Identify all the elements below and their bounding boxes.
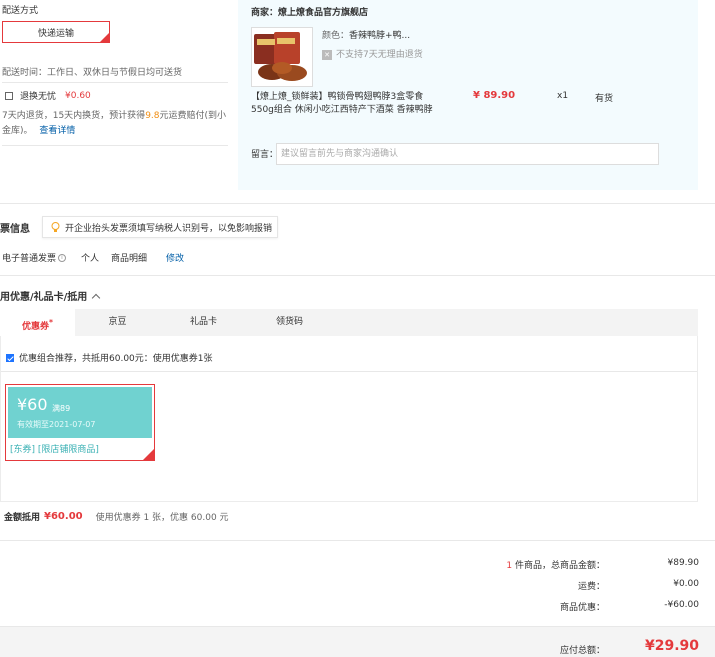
freight-value: ¥0.00 [673, 579, 699, 589]
insurance-detail-link[interactable]: 查看详情 [39, 126, 75, 136]
selected-corner-icon [100, 33, 109, 42]
product-price: ¥ 89.90 [473, 90, 516, 101]
summary-amount: ¥89.90 [667, 558, 700, 568]
summary-count-suffix: 件商品，总商品金额： [514, 561, 605, 571]
delivery-divider [2, 82, 228, 83]
no-return-text: 不支持7天无理由退货 [336, 50, 423, 60]
coupon-expiry: 有效期至2021-07-07 [17, 420, 96, 429]
tab-coupon-label: 优惠券 [22, 322, 50, 332]
recommend-checkbox[interactable] [6, 353, 14, 362]
coupon-top: ¥60 满89 有效期至2021-07-07 [8, 387, 152, 438]
summary-count-label: 1 件商品，总商品金额： [506, 558, 605, 571]
discount-total-label: 金额抵用 [4, 513, 41, 523]
product-title[interactable]: 【燎上燎_锁鲜装】鸭锁骨鸭翅鸭脖3盒零食 550g组合 休闲小吃江西特产下酒菜 … [251, 91, 433, 117]
delivery-divider-2 [2, 145, 228, 146]
summary-count: 1 [506, 561, 513, 571]
product-stock: 有货 [595, 94, 614, 104]
coupon-amount: ¥60 [17, 395, 48, 414]
insurance-checkbox[interactable] [5, 91, 13, 100]
tab-coupon[interactable]: 优惠券* [0, 309, 75, 336]
merchant-section: 商家：燎上燎食品官方旗舰店 颜色：香辣鸭脖+鸭... ✕ 不支持7天无理由退货 【… [238, 0, 698, 190]
section-divider-2 [0, 275, 715, 276]
freight-label: 运费： [577, 582, 605, 592]
lightbulb-icon [51, 221, 60, 232]
no-return-icon: ✕ [322, 49, 332, 60]
insurance-desc-text: 7天内退货，15天内换货，预计获得 [2, 111, 146, 121]
recommend-text: 优惠组合推荐，共抵用60.00元：使用优惠券1张 [19, 354, 213, 364]
merchant-name[interactable]: 燎上燎食品官方旗舰店 [278, 8, 368, 18]
insurance-row: 退换无忧 ¥0.60 [5, 89, 91, 102]
invoice-row: 电子普通发票 i 个人 商品明细 修改 [2, 251, 184, 264]
invoice-personal: 个人 [81, 254, 100, 264]
product-discount-value: -¥60.00 [664, 600, 699, 610]
invoice-title: 票信息 [0, 224, 30, 235]
chevron-up-icon [92, 293, 101, 302]
delivery-title: 配送方式 [2, 6, 39, 16]
coupon-tags: [东券] [限店铺限商品] [10, 445, 99, 455]
product-title-line-1: 【燎上燎_锁鲜装】鸭锁骨鸭翅鸭脖3盒零食 [251, 92, 424, 102]
discount-title: 用优惠/礼品卡/抵用 [0, 292, 88, 303]
insurance-desc-text-2: 元运费赔付(到小 [159, 111, 227, 121]
payable-value: ¥29.90 [644, 638, 699, 654]
discount-total-desc: 使用优惠券 1 张，优惠 60.00 元 [95, 513, 229, 523]
invoice-type: 电子普通发票 [2, 254, 57, 264]
product-qty: x1 [557, 91, 569, 101]
tab-gift-card[interactable]: 礼品卡 [166, 309, 241, 336]
discount-total-value: ¥60.00 [44, 511, 83, 522]
payable-bar [0, 626, 715, 657]
tab-pickup-code[interactable]: 领货码 [252, 309, 327, 336]
merchant-label: 商家： [251, 8, 279, 18]
insurance-desc: 7天内退货，15天内换货，预计获得9.8元运费赔付(到小 金库)。 查看详情 [2, 109, 232, 139]
express-delivery-label: 快递运输 [37, 28, 74, 39]
tab-jingdou[interactable]: 京豆 [80, 309, 155, 336]
color-value: 香辣鸭脖+鸭... [349, 31, 411, 41]
insurance-price: ¥0.60 [65, 90, 91, 101]
payable-label: 应付总额： [559, 646, 605, 656]
insurance-desc-text-3: 金库)。 [2, 126, 33, 136]
memo-input[interactable]: 建议留言前先与商家沟通确认 [276, 143, 659, 165]
insurance-label: 退换无忧 [20, 92, 57, 102]
recommend-row: 优惠组合推荐，共抵用60.00元：使用优惠券1张 [6, 351, 213, 364]
insurance-amount: 9.8 [145, 111, 160, 121]
invoice-tip: 开企业抬头发票须填写纳税人识别号，以免影响报销 [42, 216, 278, 238]
merchant-row: 商家：燎上燎食品官方旗舰店 [251, 5, 368, 18]
invoice-detail: 商品明细 [111, 254, 148, 264]
coupon-divider [1, 371, 697, 372]
info-icon[interactable]: i [58, 253, 67, 262]
discount-total-row: 金额抵用 ¥60.00 使用优惠券 1 张，优惠 60.00 元 [4, 510, 229, 523]
coupon-condition: 满89 [52, 404, 71, 413]
delivery-time: 配送时间：工作日、双休日与节假日均可送货 [2, 68, 183, 78]
product-title-line-2: 550g组合 休闲小吃江西特产下酒菜 香辣鸭脖 [251, 105, 433, 115]
invoice-edit-link[interactable]: 修改 [166, 251, 184, 264]
coupon-card[interactable]: ¥60 满89 有效期至2021-07-07 [东券] [限店铺限商品] [5, 384, 155, 461]
product-image[interactable] [251, 27, 313, 87]
product-color: 颜色：香辣鸭脖+鸭... [322, 28, 410, 41]
coupon-selected-icon [143, 449, 154, 460]
express-delivery-button[interactable]: 快递运输 [2, 21, 110, 43]
invoice-tip-text: 开企业抬头发票须填写纳税人识别号，以免影响报销 [65, 223, 273, 234]
product-photo-icon [254, 32, 307, 81]
discount-tabs: 优惠券* 京豆 礼品卡 领货码 [0, 309, 698, 336]
discount-header[interactable]: 用优惠/礼品卡/抵用 [0, 288, 101, 303]
section-divider [0, 203, 715, 204]
no-return-row: ✕ 不支持7天无理由退货 [322, 47, 423, 60]
product-discount-label: 商品优惠： [559, 603, 605, 613]
color-label: 颜色： [322, 31, 350, 41]
section-divider-3 [0, 540, 715, 541]
memo-label: 留言： [251, 150, 279, 160]
delivery-section: 配送方式 快递运输 配送时间：工作日、双休日与节假日均可送货 退换无忧 ¥0.6… [0, 0, 238, 190]
